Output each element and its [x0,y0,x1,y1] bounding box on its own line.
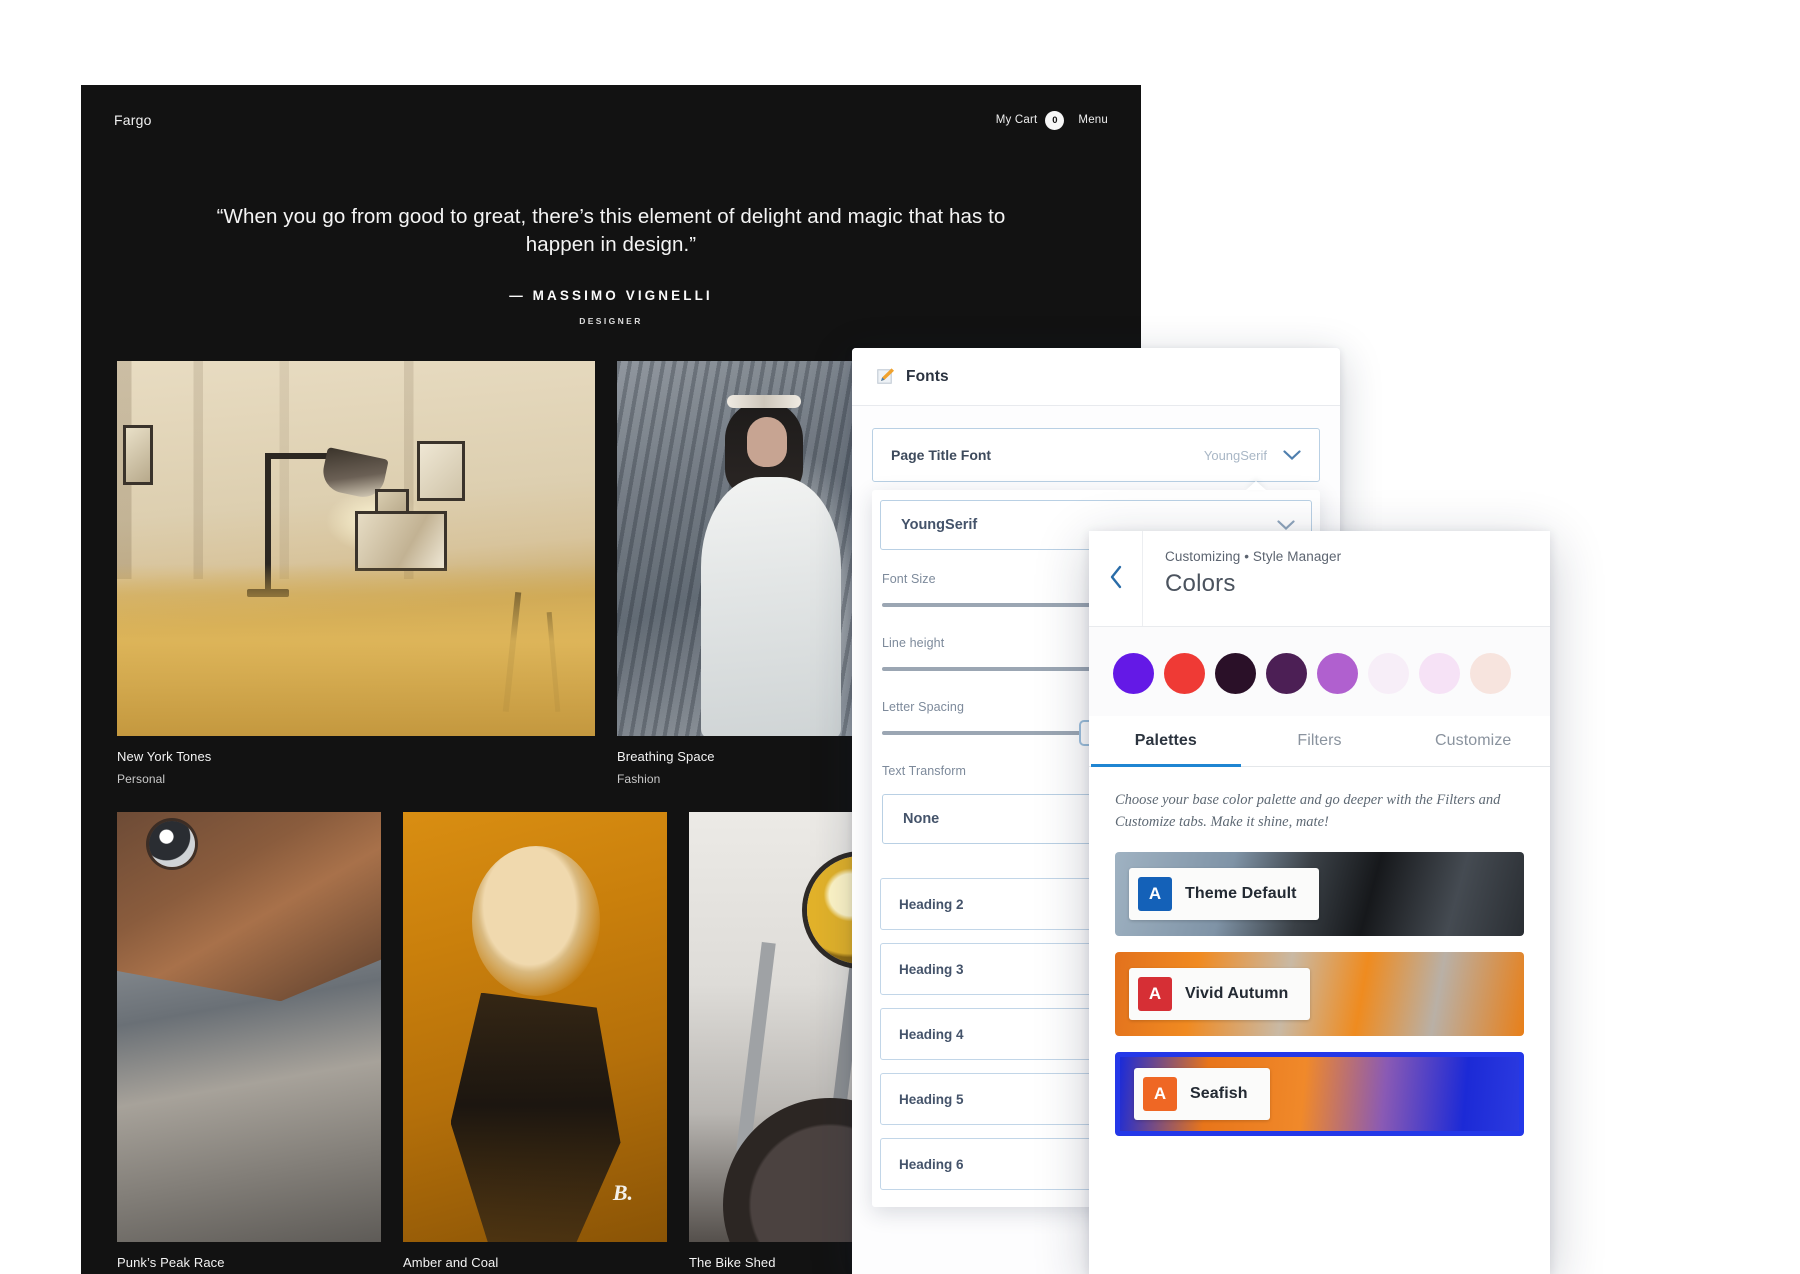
palette-mark-icon: A [1138,976,1172,1011]
quote-role: DESIGNER [579,315,643,326]
site-header: Fargo My Cart 0 Menu [81,85,1141,155]
font-select-value: YoungSerif [901,517,978,533]
quote-text: “When you go from good to great, there’s… [216,205,1006,257]
decor-chair [485,592,577,732]
portfolio-title: Amber and Coal [403,1255,499,1270]
color-swatch-row [1089,627,1550,716]
palette-card-vivid-autumn[interactable]: A Vivid Autumn [1115,951,1524,1036]
color-swatch-deep-purple[interactable] [1266,653,1307,694]
page-title-font-value: YoungSerif [1203,447,1267,463]
page-title-font-label: Page Title Font [891,447,992,463]
palette-chip: A Theme Default [1129,867,1319,920]
colors-panel: Customizing • Style Manager Colors Palet… [1089,531,1550,1274]
decor-frame-a [417,441,465,501]
colors-tabs: Palettes Filters Customize [1089,716,1550,767]
palette-card-seafish[interactable]: A Seafish [1115,1051,1524,1136]
text-transform-value: None [903,811,940,827]
cart-link[interactable]: My Cart 0 [995,110,1065,130]
page-title: Colors [1165,570,1236,597]
palette-chip: A Seafish [1134,1067,1270,1120]
color-swatch-light-pink-lavender[interactable] [1419,653,1460,694]
screen-root: Fargo My Cart 0 Menu “When you go from g… [0,0,1800,1274]
hero-quote: “When you go from good to great, there’s… [81,203,1141,326]
decor-headband [727,395,801,408]
tab-customize[interactable]: Customize [1396,716,1550,766]
edit-pencil-icon [876,367,895,386]
chevron-left-icon [1109,565,1123,593]
back-button[interactable] [1089,531,1143,626]
portfolio-category: Personal [117,772,166,786]
menu-link[interactable]: Menu [1078,114,1108,126]
fonts-panel-titlebar: Fonts [852,348,1340,406]
chevron-down-icon[interactable] [1283,447,1301,464]
decor-frame-c [355,511,447,571]
photo-watermark: B. [612,1180,633,1205]
colors-header-text: Customizing • Style Manager Colors [1143,531,1341,626]
cart-label: My Cart [995,114,1038,126]
palette-list: A Theme Default A Vivid Autumn A Seafish [1089,851,1550,1136]
portfolio-title: New York Tones [117,749,212,764]
color-swatch-light-peach[interactable] [1470,653,1511,694]
decor-dress [701,477,841,736]
breadcrumb: Customizing • Style Manager [1165,549,1342,564]
palette-description: Choose your base color palette and go de… [1115,792,1501,831]
palette-mark-icon: A [1143,1076,1177,1111]
decor-lamp-base [247,589,289,597]
cart-count-badge: 0 [1045,110,1065,130]
palette-chip: A Vivid Autumn [1129,967,1311,1020]
color-swatch-pale-lavender[interactable] [1368,653,1409,694]
site-nav: My Cart 0 Menu [995,110,1108,130]
palette-mark-icon: A [1138,876,1172,911]
decor-face [747,417,787,467]
portfolio-card[interactable]: New York Tones Personal [117,361,595,786]
portfolio-thumb-new-york-tones[interactable] [117,361,595,736]
color-swatch-near-black-plum[interactable] [1215,653,1256,694]
palette-name: Theme Default [1185,884,1297,902]
color-swatch-red[interactable] [1164,653,1205,694]
site-brand[interactable]: Fargo [114,112,152,128]
color-swatch-medium-purple[interactable] [1317,653,1358,694]
decor-sconce [123,425,153,485]
colors-panel-header: Customizing • Style Manager Colors [1089,531,1550,627]
portfolio-thumb-amber-and-coal[interactable]: B. [403,812,667,1242]
page-title-font-row[interactable]: Page Title Font YoungSerif [872,428,1320,482]
portfolio-title: Punk’s Peak Race [117,1255,225,1270]
page-title-font-right: YoungSerif [1204,447,1301,464]
decor-lamp-stem [265,453,271,593]
palette-card-theme-default[interactable]: A Theme Default [1115,851,1524,936]
portfolio-card[interactable]: B. Amber and Coal Fashion [403,812,667,1274]
tab-palettes[interactable]: Palettes [1089,716,1243,767]
quote-author: — MASSIMO VIGNELLI [509,287,713,303]
color-swatch-violet[interactable] [1113,653,1154,694]
palette-name: Seafish [1190,1084,1248,1102]
tab-filters[interactable]: Filters [1243,716,1397,766]
portfolio-card[interactable]: Punk’s Peak Race Bikes [117,812,381,1274]
portfolio-thumb-punks-peak-race[interactable] [117,812,381,1242]
palette-name: Vivid Autumn [1185,984,1289,1002]
fonts-panel-title: Fonts [906,367,949,385]
